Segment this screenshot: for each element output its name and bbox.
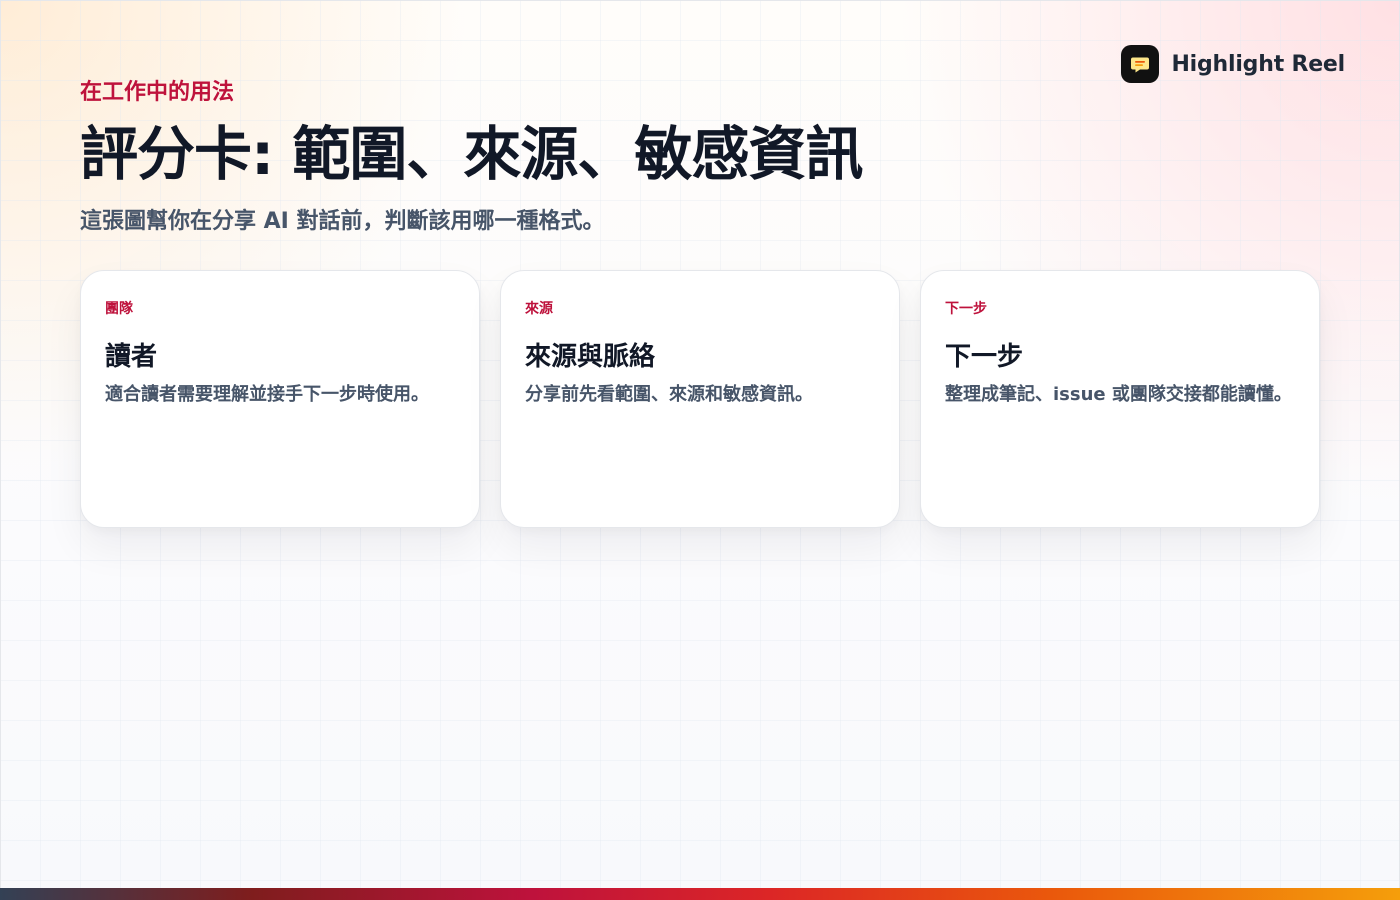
cards-row: 團隊 讀者 適合讀者需要理解並接手下一步時使用。 來源 來源與脈絡 分享前先看範…	[80, 270, 1320, 528]
page-title: 評分卡: 範圍、來源、敏感資訊	[80, 120, 863, 188]
card-text: 分享前先看範圍、來源和敏感資訊。	[525, 384, 813, 405]
card-text: 適合讀者需要理解並接手下一步時使用。	[105, 384, 429, 405]
card-kicker: 來源	[525, 301, 553, 317]
bottom-accent-bar	[0, 888, 1400, 900]
card-text: 整理成筆記、issue 或團隊交接都能讀懂。	[945, 384, 1292, 405]
card-kicker: 團隊	[105, 301, 133, 317]
card-title: 來源與脈絡	[525, 342, 656, 372]
brand-name: Highlight Reel	[1171, 51, 1345, 77]
eyebrow-label: 在工作中的用法	[80, 80, 235, 105]
card-kicker: 下一步	[945, 301, 987, 317]
card-next-step: 下一步 下一步 整理成筆記、issue 或團隊交接都能讀懂。	[920, 270, 1320, 528]
card-title: 下一步	[945, 342, 1024, 372]
card-source: 來源 來源與脈絡 分享前先看範圍、來源和敏感資訊。	[500, 270, 900, 528]
page-subtitle: 這張圖幫你在分享 AI 對話前，判斷該用哪一種格式。	[80, 208, 605, 234]
card-audience: 團隊 讀者 適合讀者需要理解並接手下一步時使用。	[80, 270, 480, 528]
card-title: 讀者	[105, 342, 158, 372]
brand: Highlight Reel	[1121, 45, 1345, 83]
message-icon	[1121, 45, 1160, 83]
page-header: 在工作中的用法 評分卡: 範圍、來源、敏感資訊 這張圖幫你在分享 AI 對話前，…	[80, 74, 980, 235]
